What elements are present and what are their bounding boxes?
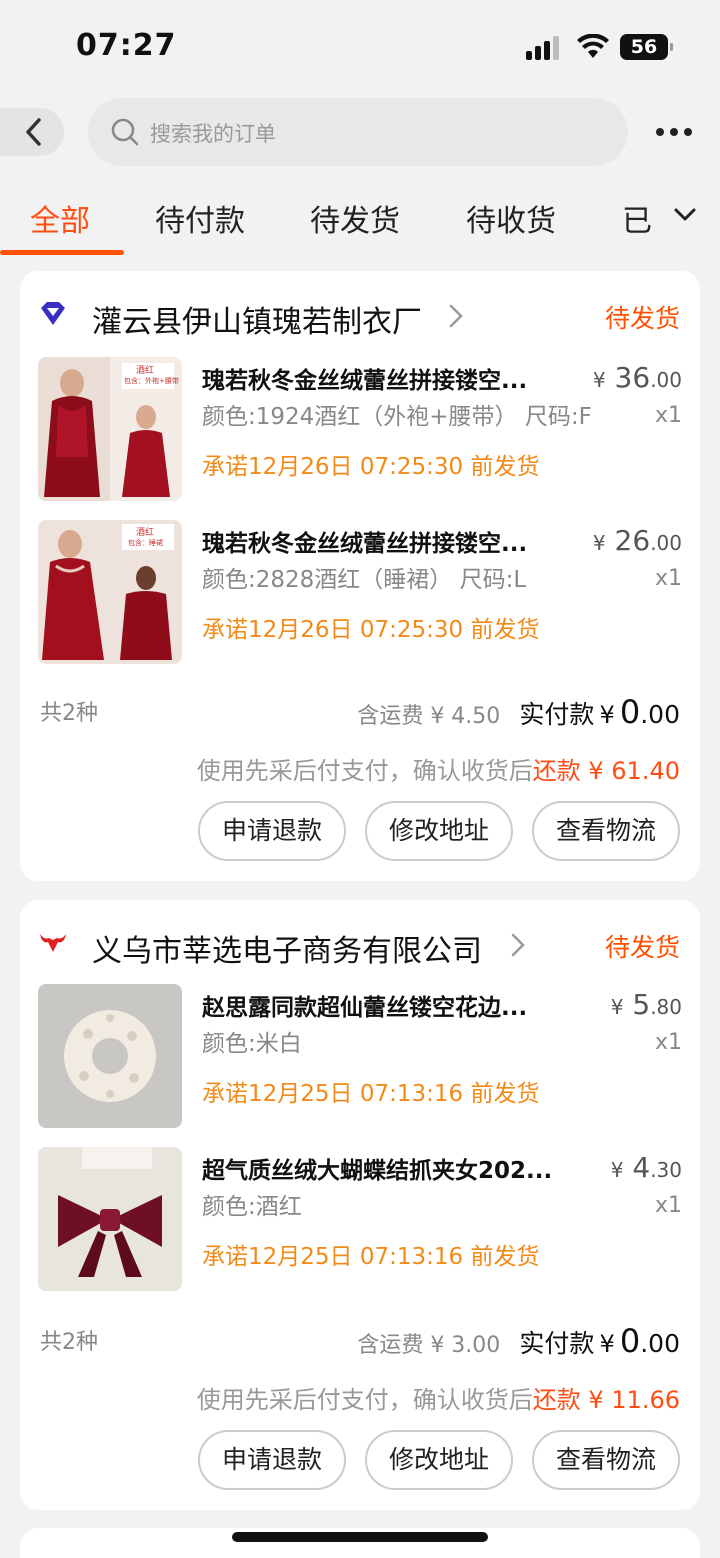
ship-promise: 承诺12月25日 07:13:16 前发货 [202,1244,540,1270]
repay-info: 使用先采后付支付，确认收货后还款 ¥ 61.40 [196,757,680,785]
paid-amount: 0 [619,693,641,731]
product-thumbnail[interactable] [38,1147,182,1291]
order-totals: 含运费 ¥ 3.00 实付款 ¥ 0.00 [357,1322,680,1360]
product-quantity: x1 [654,1030,682,1055]
shop-name[interactable]: 义乌市莘选电子商务有限公司 [92,926,482,970]
view-logistics-button[interactable]: 查看物流 [532,1430,680,1490]
product-price: ¥ 36.00 [592,361,682,394]
chevron-right-icon [511,933,525,957]
order-item[interactable]: 酒红 包含：睡裙 瑰若秋冬金丝绒蕾丝拼接镂空... 颜色:2828酒红（睡裙） … [38,520,682,666]
repay-amount: 还款 ¥ 61.40 [532,757,680,785]
more-options-button[interactable] [652,116,696,146]
product-title[interactable]: 瑰若秋冬金丝绒蕾丝拼接镂空... [202,524,572,558]
wifi-icon [577,34,609,58]
product-spec: 颜色:酒红 [202,1194,302,1220]
shop-header[interactable]: 灌云县伊山镇瑰若制衣厂 [38,297,678,340]
tab-completed[interactable]: 已 [622,196,652,240]
tab-pending-receipt[interactable]: 待收货 [466,196,556,240]
change-address-button[interactable]: 修改地址 [365,1430,513,1490]
change-address-button[interactable]: 修改地址 [365,801,513,861]
order-item[interactable]: 超气质丝绒大蝴蝶结抓夹女202... 颜色:酒红 承诺12月25日 07:13:… [38,1147,682,1293]
chevron-down-icon[interactable] [672,206,698,224]
refund-button[interactable]: 申请退款 [198,801,346,861]
shop-header[interactable]: 义乌市莘选电子商务有限公司 [38,926,678,969]
search-icon [111,118,139,146]
shipping-fee: 含运费 ¥ 4.50 [357,704,501,729]
chevron-right-icon [449,304,463,328]
product-title[interactable]: 瑰若秋冬金丝绒蕾丝拼接镂空... [202,361,572,395]
search-input[interactable]: 搜索我的订单 [88,98,628,166]
repay-info: 使用先采后付支付，确认收货后还款 ¥ 11.66 [196,1386,680,1414]
repay-amount: 还款 ¥ 11.66 [532,1386,680,1414]
shipping-fee: 含运费 ¥ 3.00 [357,1333,501,1358]
active-tab-indicator [0,250,124,255]
thumbnail-label: 包含：睡裙 [128,539,163,547]
diamond-shop-icon [41,302,65,325]
bull-shop-icon [40,934,66,952]
home-indicator[interactable] [232,1532,488,1542]
tab-pending-payment[interactable]: 待付款 [155,196,245,240]
product-spec: 颜色:1924酒红（外袍+腰带） 尺码:F [202,404,592,430]
product-quantity: x1 [654,566,682,591]
view-logistics-button[interactable]: 查看物流 [532,801,680,861]
product-price: ¥ 26.00 [592,524,682,557]
paid-label: 实付款 [519,1329,595,1358]
paid-amount: 0 [619,1322,641,1360]
cellular-signal-icon [526,36,564,60]
product-thumbnail[interactable] [38,984,182,1128]
product-quantity: x1 [654,1193,682,1218]
product-price: ¥ 5.80 [610,988,682,1021]
product-thumbnail[interactable]: 酒红 包含：睡裙 [38,520,182,664]
back-button[interactable] [0,108,64,156]
ship-promise: 承诺12月25日 07:13:16 前发货 [202,1081,540,1107]
product-title[interactable]: 赵思露同款超仙蕾丝镂空花边... [202,988,572,1022]
order-totals: 含运费 ¥ 4.50 实付款 ¥ 0.00 [357,693,680,731]
thumbnail-label: 包含：外袍+腰带 [124,377,179,385]
product-quantity: x1 [654,403,682,428]
order-status: 待发货 [604,933,680,962]
search-placeholder: 搜索我的订单 [150,122,276,146]
product-spec: 颜色:2828酒红（睡裙） 尺码:L [202,567,527,593]
more-dots-icon [656,128,664,136]
order-item[interactable]: 酒红 包含：外袍+腰带 瑰若秋冬金丝绒蕾丝拼接镂空... 颜色:1924酒红（外… [38,357,682,503]
order-card: 灌云县伊山镇瑰若制衣厂 待发货 酒红 包含：外袍+腰带 瑰若秋冬金丝绒蕾丝拼接镂… [20,271,700,881]
order-tabs: 全部 待付款 待发货 待收货 已 [0,180,720,258]
product-title[interactable]: 超气质丝绒大蝴蝶结抓夹女202... [202,1151,584,1185]
chevron-left-icon [26,118,41,146]
status-time: 07:27 [76,28,177,63]
item-count: 共2种 [40,701,98,726]
paid-label: 实付款 [519,700,595,729]
ship-promise: 承诺12月26日 07:25:30 前发货 [202,617,540,643]
status-bar: 07:27 56 [0,0,720,96]
order-item[interactable]: 赵思露同款超仙蕾丝镂空花边... 颜色:米白 承诺12月25日 07:13:16… [38,984,682,1130]
product-thumbnail[interactable]: 酒红 包含：外袍+腰带 [38,357,182,501]
tab-pending-shipment[interactable]: 待发货 [310,196,400,240]
product-spec: 颜色:米白 [202,1031,302,1057]
item-count: 共2种 [40,1330,98,1355]
refund-button[interactable]: 申请退款 [198,1430,346,1490]
battery-icon: 56 [620,34,673,60]
thumbnail-label: 酒红 [136,528,155,538]
thumbnail-label: 酒红 [136,366,155,376]
product-price: ¥ 4.30 [610,1151,682,1184]
ship-promise: 承诺12月26日 07:25:30 前发货 [202,454,540,480]
shop-name[interactable]: 灌云县伊山镇瑰若制衣厂 [92,297,422,341]
order-card: 义乌市莘选电子商务有限公司 待发货 赵思露同款超仙蕾丝镂空花边... 颜色:米白… [20,900,700,1510]
order-status: 待发货 [604,304,680,333]
tab-all[interactable]: 全部 [30,196,90,240]
